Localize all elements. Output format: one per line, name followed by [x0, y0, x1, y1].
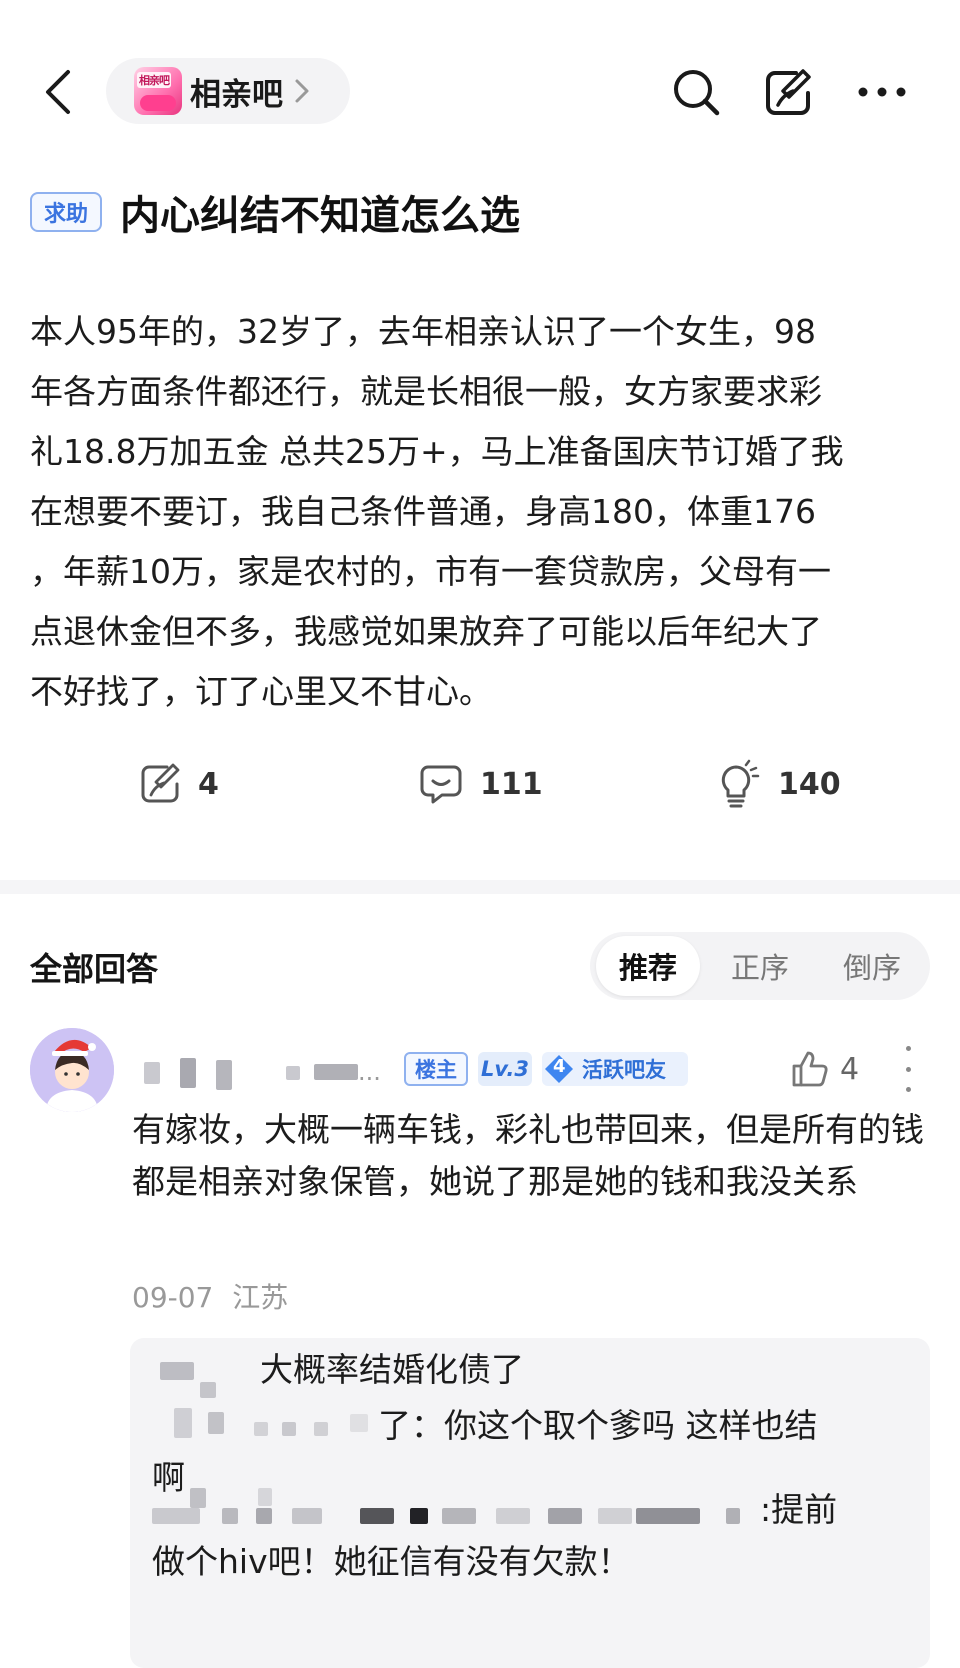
avatar-cartoon-icon [30, 1028, 114, 1112]
forum-entry-pill[interactable]: 相亲吧 相亲吧 [106, 58, 350, 124]
comment-count: 111 [480, 766, 543, 802]
chevron-right-icon [295, 79, 309, 103]
forum-name: 相亲吧 [190, 76, 283, 113]
comment-text: 有嫁妆，大概一辆车钱，彩礼也带回来，但是所有的钱都是相亲对象保管，她说了那是她的… [132, 1110, 924, 1201]
share-icon [141, 763, 180, 803]
reply-username-blurred [174, 1404, 374, 1444]
search-button[interactable] [666, 62, 726, 122]
back-button[interactable] [28, 62, 88, 122]
section-divider [0, 880, 960, 894]
comment-like-button[interactable]: 4 [790, 1044, 859, 1094]
reply-text-line: :提前 [760, 1490, 838, 1529]
avatar[interactable] [30, 1028, 114, 1112]
thread-owner-badge: 楼主 [404, 1052, 468, 1086]
reply-text-line: 做个hiv吧！她征信有没有欠款！ [152, 1542, 631, 1581]
comment-date: 09-07 [132, 1281, 214, 1314]
username-ellipsis: ... [358, 1058, 381, 1086]
forum-logo-text: 相亲吧 [137, 72, 171, 88]
reply-text: 大概率结婚化债了 [260, 1350, 524, 1389]
sort-option-ascending[interactable]: 正序 [708, 932, 812, 1000]
sort-option-recommended[interactable]: 推荐 [596, 936, 700, 996]
comment-stat[interactable]: 111 [418, 756, 543, 812]
thumbs-up-icon [792, 1051, 828, 1087]
active-level-number: 4 [553, 1056, 566, 1077]
share-button[interactable] [758, 62, 818, 122]
comment-bubble-icon [420, 765, 462, 804]
comment-meta: 09-07 江苏 [132, 1276, 288, 1316]
replies-box[interactable]: 大概率结婚化债了 了：你这个取个爹吗 这样也结 啊 :提前 做个hiv吧！她征信… [130, 1338, 930, 1668]
like-count: 140 [778, 766, 841, 802]
like-stat[interactable]: 140 [716, 756, 841, 812]
chevron-left-icon [46, 70, 70, 114]
active-member-label: 活跃吧友 [582, 1058, 666, 1082]
forum-logo: 相亲吧 [134, 67, 182, 115]
share-count: 4 [198, 766, 219, 802]
share-stat[interactable]: 4 [138, 756, 219, 812]
active-member-badge: 4 活跃吧友 [542, 1052, 688, 1086]
lightbulb-icon [721, 759, 760, 808]
answers-title: 全部回答 [30, 950, 159, 988]
post-title: 内心纠结不知道怎么选 [120, 193, 520, 239]
comment-like-count: 4 [840, 1051, 860, 1087]
comment-location: 江苏 [232, 1281, 289, 1314]
username-blurred[interactable]: ... [118, 1058, 398, 1094]
level-badge: Lv.3 [478, 1052, 532, 1086]
help-tag: 求助 [30, 192, 102, 232]
more-menu-button[interactable] [852, 62, 912, 122]
share-icon [766, 69, 811, 115]
sort-option-descending[interactable]: 倒序 [820, 932, 924, 1000]
reply-username-blurred [152, 1484, 772, 1524]
post-body: 本人95年的，32岁了，去年相亲认识了一个女生，98 年各方面条件都还行，就是长… [30, 312, 844, 711]
more-horizontal-icon [858, 87, 906, 97]
search-icon [674, 70, 720, 116]
comment-more-button[interactable] [896, 1046, 920, 1092]
reply-text-line: 了：你这个取个爹吗 这样也结 [378, 1406, 818, 1445]
